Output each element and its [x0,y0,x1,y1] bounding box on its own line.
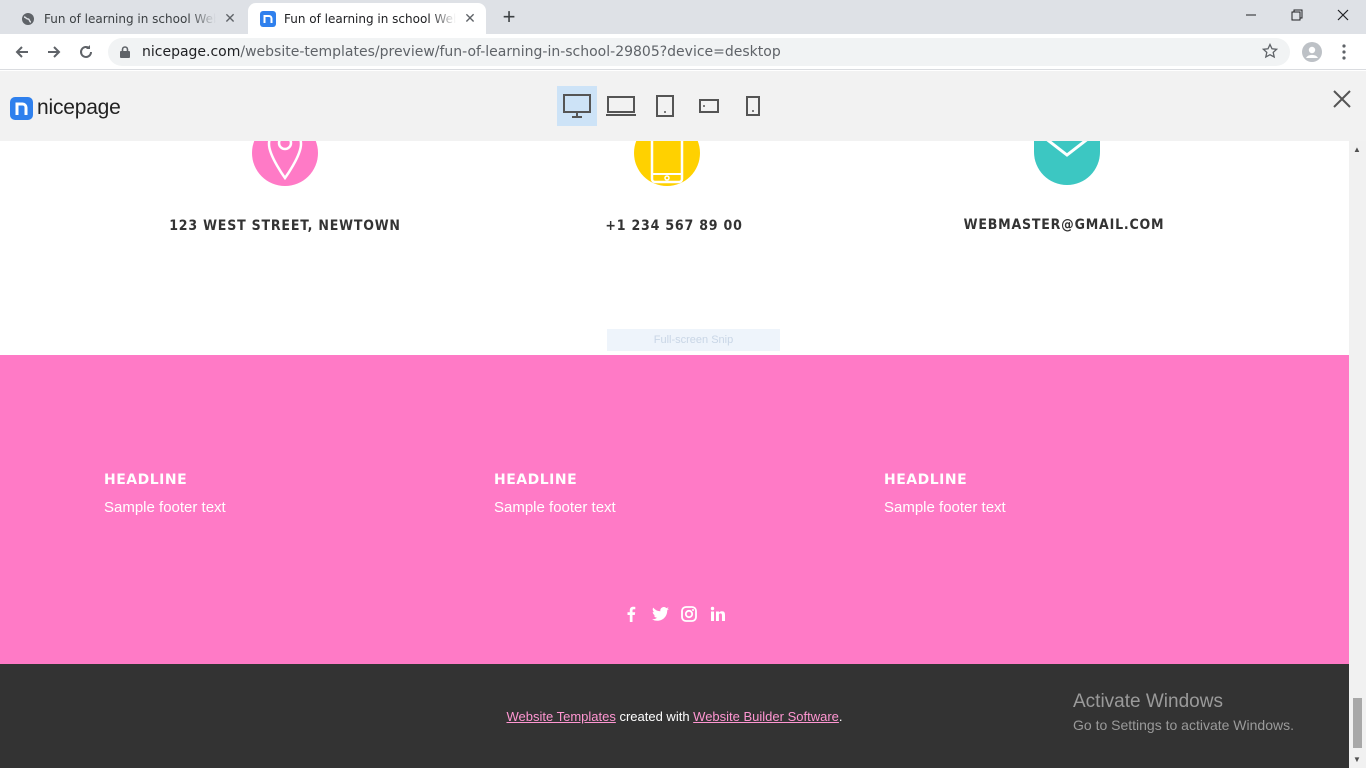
lock-icon [120,46,132,58]
watermark-subtitle: Go to Settings to activate Windows. [1073,717,1294,733]
profile-avatar-icon[interactable] [1298,38,1326,66]
close-preview-icon[interactable] [1330,89,1354,113]
restore-button[interactable] [1274,0,1320,30]
tablet-landscape-icon [699,99,719,113]
page-content: 123 WEST STREET, NEWTOWN +1 234 567 89 0… [0,141,1349,768]
footer-column: HEADLINE Sample footer text [494,472,616,516]
tab-title: Fun of learning in school Website Templa… [284,11,456,26]
address-bar[interactable]: nicepage.com/website-templates/preview/f… [108,38,1290,66]
activate-windows-watermark: Activate Windows Go to Settings to activ… [1073,691,1294,733]
close-tab-icon[interactable]: ✕ [462,10,478,27]
url-host: nicepage.com [142,44,241,60]
footer-headline: HEADLINE [104,472,188,488]
browser-tab-active[interactable]: Fun of learning in school Website Templa… [248,3,486,34]
phone-icon [746,96,760,116]
location-pin-icon [252,141,318,186]
credits-middle-text: created with [615,709,694,724]
snip-overlay-label: Full-screen Snip [607,329,780,351]
website-builder-link[interactable]: Website Builder Software [693,709,839,724]
footer-headline: HEADLINE [494,472,578,488]
address-text: 123 WEST STREET, NEWTOWN [169,218,401,234]
nicepage-logo-icon [10,96,33,120]
footer-column: HEADLINE Sample footer text [884,472,1006,516]
credits-end-text: . [838,709,843,724]
new-tab-button[interactable]: + [497,6,521,30]
back-arrow-icon[interactable] [8,38,36,66]
forward-arrow-icon[interactable] [40,38,68,66]
footer: HEADLINE Sample footer text HEADLINE Sam… [0,355,1349,664]
instagram-icon[interactable] [680,605,698,623]
globe-icon [20,11,36,27]
tablet-icon [656,95,674,117]
preview-header: nicepage [0,71,1366,141]
scroll-down-arrow-icon[interactable]: ▼ [1353,755,1361,764]
envelope-icon [1034,141,1100,185]
device-phone-button[interactable] [733,86,773,126]
footer-text: Sample footer text [494,499,616,516]
footer-text: Sample footer text [104,499,226,516]
close-window-button[interactable] [1320,0,1366,30]
footer-headline: HEADLINE [884,472,968,488]
twitter-icon[interactable] [651,605,669,623]
url-path: /website-templates/preview/fun-of-learni… [240,44,781,60]
scroll-up-arrow-icon[interactable]: ▲ [1353,145,1361,154]
device-tablet-landscape-button[interactable] [689,86,729,126]
reload-icon[interactable] [72,38,100,66]
device-tablet-button[interactable] [645,86,685,126]
bookmark-star-icon[interactable] [1261,42,1290,61]
linkedin-icon[interactable] [709,605,727,623]
scrollbar-thumb[interactable] [1353,698,1362,748]
vertical-scrollbar[interactable]: ▲ ▼ [1349,141,1366,768]
device-desktop-button[interactable] [557,86,597,126]
watermark-title: Activate Windows [1073,691,1223,712]
phone-text: +1 234 567 89 00 [605,218,743,234]
device-laptop-button[interactable] [601,86,641,126]
minimize-button[interactable] [1228,0,1274,30]
close-tab-icon[interactable]: ✕ [222,10,238,27]
browser-tab[interactable]: Fun of learning in school Website Templa… [8,3,246,34]
browser-toolbar: nicepage.com/website-templates/preview/f… [0,34,1366,70]
menu-kebab-icon[interactable] [1330,38,1358,66]
tab-strip: Fun of learning in school Website Templa… [0,0,1366,34]
nicepage-logo-text: nicepage [37,96,121,119]
social-links [622,605,727,623]
desktop-icon [563,94,591,118]
credits-bar: Website Templates created with Website B… [0,664,1349,768]
email-text[interactable]: WEBMASTER@GMAIL.COM [964,217,1165,233]
laptop-icon [606,96,636,116]
facebook-icon[interactable] [622,605,640,623]
tab-title: Fun of learning in school Website Templa… [44,11,216,26]
phone-device-icon [634,141,700,186]
footer-text: Sample footer text [884,499,1006,516]
nicepage-logo[interactable]: nicepage [10,96,121,120]
nicepage-favicon-icon [260,10,276,27]
footer-column: HEADLINE Sample footer text [104,472,226,516]
website-templates-link[interactable]: Website Templates [506,709,615,724]
